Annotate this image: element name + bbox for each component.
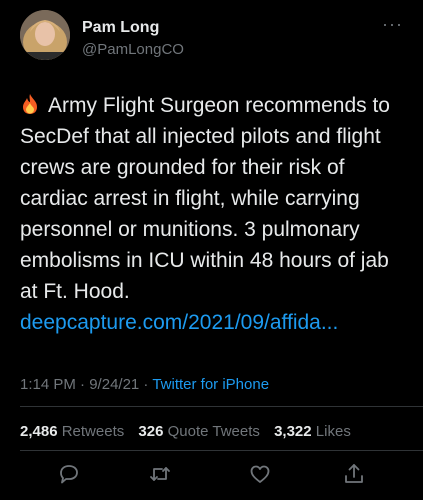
fire-emoji-icon: [20, 93, 40, 115]
retweets-stat[interactable]: 2,486 Retweets: [20, 423, 124, 440]
reply-icon[interactable]: [57, 462, 81, 486]
tweet-date: 9/24/21: [89, 376, 140, 393]
action-bar: [0, 456, 423, 492]
tweet-time: 1:14 PM: [20, 376, 76, 393]
retweet-icon[interactable]: [148, 462, 172, 486]
quotes-label: Quote Tweets: [167, 423, 260, 440]
likes-count: 3,322: [274, 423, 312, 440]
meta-separator: ·: [75, 376, 90, 393]
divider: [20, 450, 423, 451]
author-handle[interactable]: @PamLongCO: [82, 41, 184, 58]
tweet-link[interactable]: deepcapture.com/2021/09/affida...: [20, 311, 338, 334]
author-name[interactable]: Pam Long: [82, 19, 159, 37]
tweet-header: Pam Long @PamLongCO ···: [20, 10, 409, 60]
like-icon[interactable]: [248, 462, 272, 486]
tweet-meta: 1:14 PM · 9/24/21 · Twitter for iPhone: [20, 376, 269, 393]
avatar[interactable]: [20, 10, 70, 60]
tweet-source[interactable]: Twitter for iPhone: [152, 376, 269, 393]
tweet-text-container: Army Flight Surgeon recommends to SecDef…: [20, 90, 408, 338]
likes-label: Likes: [315, 423, 351, 440]
more-horizontal-icon[interactable]: ···: [382, 14, 403, 35]
tweet-text: Army Flight Surgeon recommends to SecDef…: [20, 94, 390, 303]
quotes-count: 326: [138, 423, 164, 440]
divider: [20, 406, 423, 407]
retweets-label: Retweets: [61, 423, 125, 440]
likes-stat[interactable]: 3,322 Likes: [274, 423, 351, 440]
retweets-count: 2,486: [20, 423, 58, 440]
quotes-stat[interactable]: 326 Quote Tweets: [138, 423, 259, 440]
tweet-stats: 2,486 Retweets 326 Quote Tweets 3,322 Li…: [20, 423, 361, 440]
meta-separator: ·: [139, 376, 153, 393]
share-icon[interactable]: [342, 462, 366, 486]
